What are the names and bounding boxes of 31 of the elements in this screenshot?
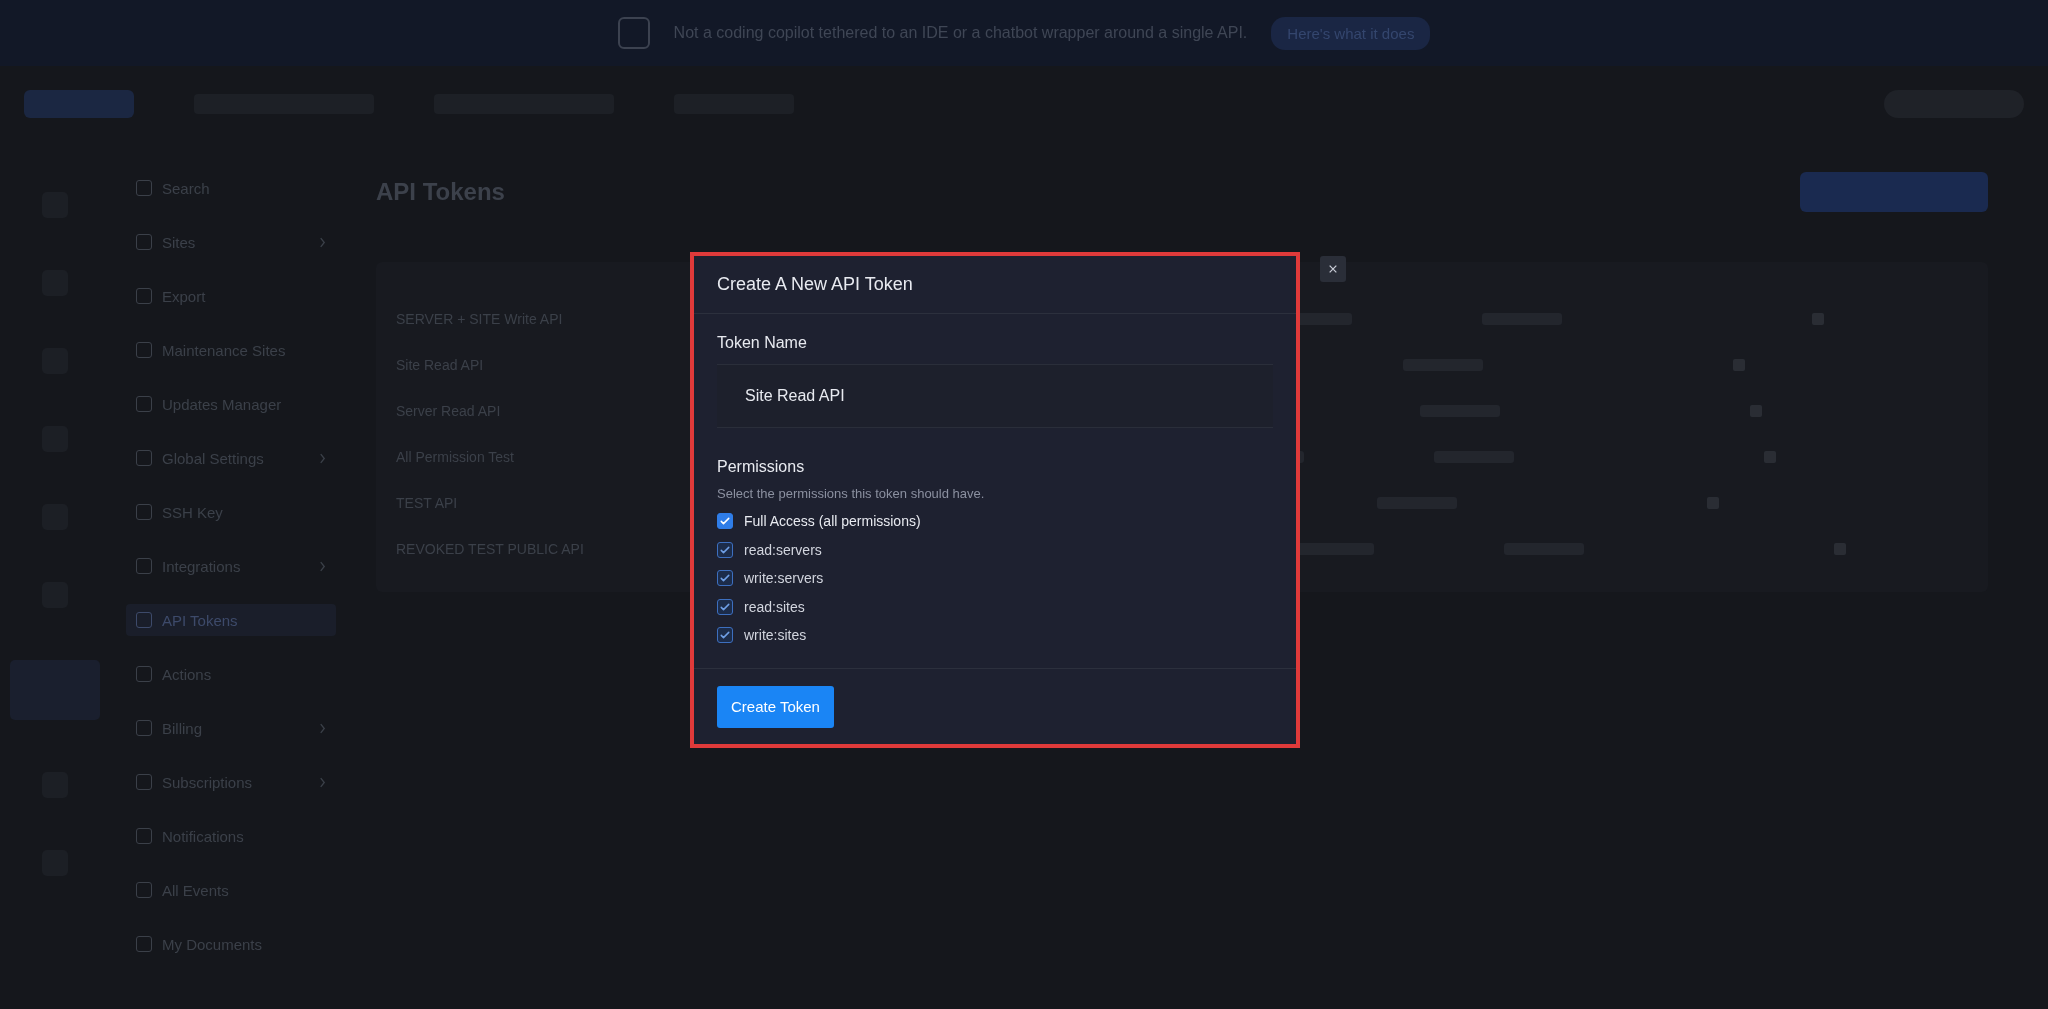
nav-icon — [136, 396, 152, 412]
nav-icon — [136, 558, 152, 574]
nav-icon — [136, 936, 152, 952]
close-icon — [1328, 264, 1338, 274]
permission-label: write:sites — [744, 627, 807, 644]
permission-label: Full Access (all permissions) — [744, 513, 921, 530]
create-token-button[interactable]: Create Token — [717, 685, 834, 728]
nav-icon — [136, 882, 152, 898]
nav-icon — [136, 504, 152, 520]
permission-label: write:servers — [744, 570, 824, 587]
dialog-title: Create A New API Token — [717, 274, 913, 294]
nav-icon — [136, 342, 152, 358]
nav-icon — [136, 612, 152, 628]
new-token-button[interactable] — [1800, 172, 1988, 212]
nav-icon — [136, 720, 152, 736]
token-name-field[interactable]: Site Read API — [717, 364, 1273, 428]
checkbox[interactable] — [717, 513, 733, 530]
field-label: Token Name — [717, 334, 808, 352]
nav-icon — [136, 288, 152, 304]
section-label: Permissions — [717, 458, 806, 476]
nav-icon — [136, 666, 152, 682]
close-button[interactable] — [1320, 256, 1346, 282]
nav-icon — [136, 450, 152, 466]
nav-icon — [136, 774, 152, 790]
nav-icon — [136, 234, 152, 250]
nav-icon — [136, 828, 152, 844]
nav-item[interactable]: API Tokens — [126, 604, 336, 636]
nav-icon — [136, 180, 152, 196]
permission-label: read:sites — [744, 598, 805, 615]
permission-label: read:servers — [744, 541, 822, 558]
hint-text: Select the permissions this token should have. — [717, 486, 986, 501]
